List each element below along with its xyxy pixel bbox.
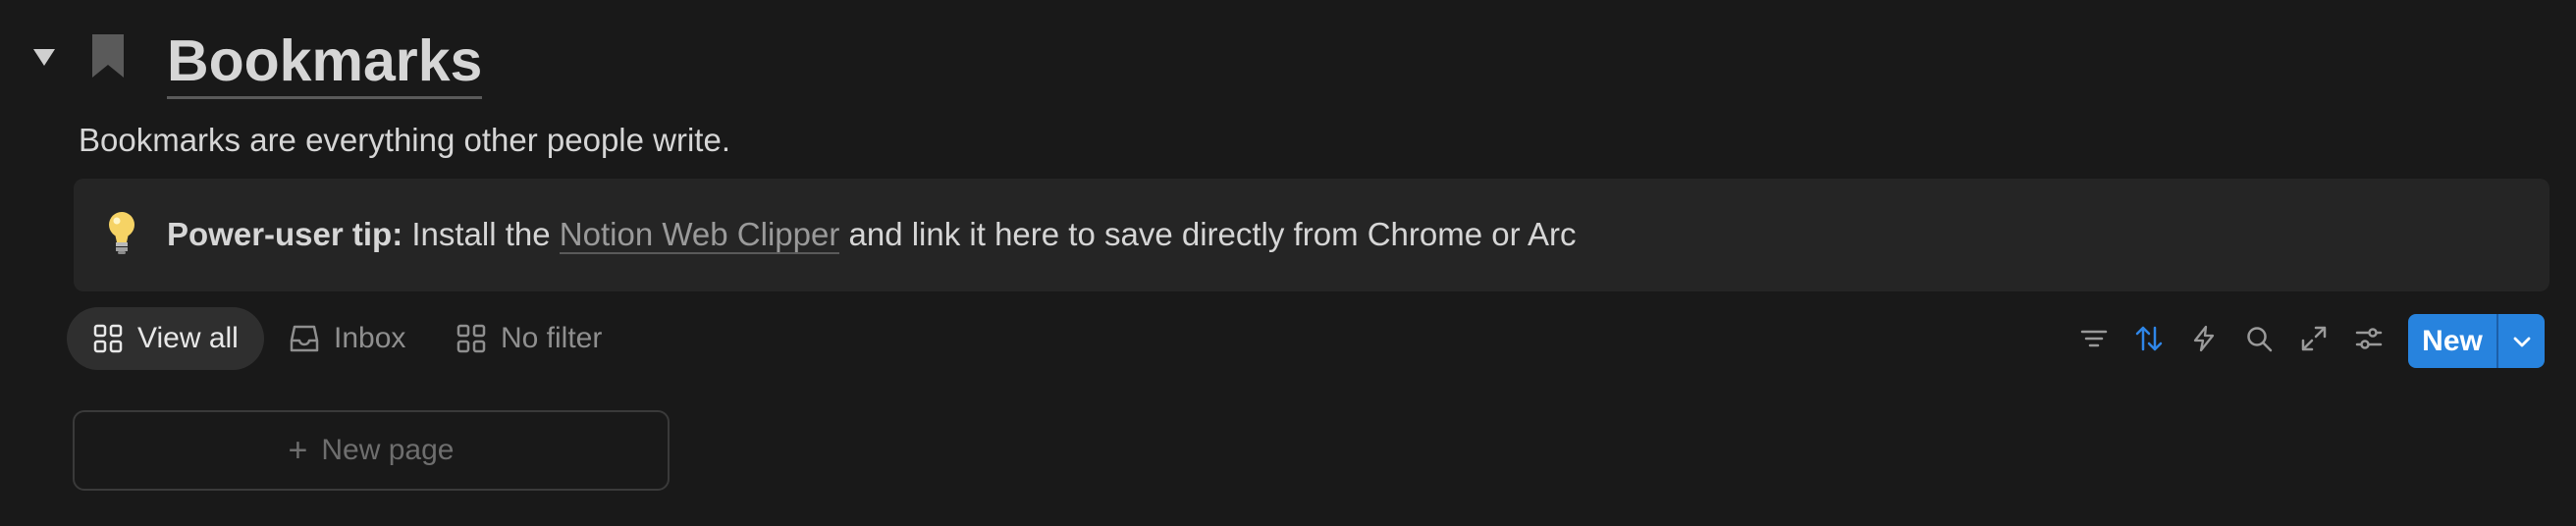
callout-text-after: and link it here to save directly from C… — [839, 216, 1577, 252]
inbox-icon — [290, 325, 319, 352]
plus-icon: + — [288, 431, 308, 469]
settings-sliders-icon — [2355, 328, 2383, 349]
page-title[interactable]: Bookmarks — [167, 26, 483, 99]
expand-icon — [2301, 326, 2327, 351]
automation-button[interactable] — [2185, 320, 2223, 357]
bookmark-icon — [92, 34, 124, 78]
web-clipper-link[interactable]: Notion Web Clipper — [559, 216, 840, 254]
chevron-down-icon — [2513, 337, 2530, 346]
lightning-icon — [2193, 325, 2215, 352]
new-button-group: New — [2408, 314, 2545, 368]
tab-inbox-label: Inbox — [334, 322, 406, 354]
tab-no-filter-label: No filter — [501, 322, 603, 354]
tab-view-all-label: View all — [137, 322, 239, 354]
collapse-toggle-icon[interactable] — [33, 49, 55, 66]
sort-icon — [2135, 326, 2163, 351]
page-description: Bookmarks are everything other people wr… — [79, 122, 730, 158]
new-button[interactable]: New — [2408, 314, 2496, 368]
new-dropdown-button[interactable] — [2498, 314, 2545, 368]
tip-callout: Power-user tip: Install the Notion Web C… — [74, 179, 2549, 291]
search-button[interactable] — [2240, 320, 2278, 357]
grid-icon — [456, 324, 486, 353]
tab-view-all[interactable]: View all — [67, 307, 264, 370]
tab-inbox[interactable]: Inbox — [289, 307, 405, 370]
grid-icon — [93, 324, 123, 353]
expand-button[interactable] — [2295, 320, 2333, 357]
tab-no-filter[interactable]: No filter — [456, 307, 602, 370]
search-icon — [2247, 327, 2273, 352]
callout-bold-prefix: Power-user tip: — [167, 216, 403, 252]
filter-icon — [2080, 330, 2108, 347]
new-page-label: New page — [321, 434, 455, 466]
view-settings-button[interactable] — [2350, 320, 2388, 357]
callout-text-before: Install the — [402, 216, 560, 252]
sort-button[interactable] — [2130, 320, 2168, 357]
bookmarks-page: Bookmarks Bookmarks are everything other… — [0, 0, 2576, 526]
filter-button[interactable] — [2075, 320, 2113, 357]
lightbulb-icon — [109, 212, 134, 254]
new-page-button[interactable]: + New page — [73, 410, 670, 491]
callout-text: Power-user tip: Install the Notion Web C… — [167, 214, 1576, 255]
